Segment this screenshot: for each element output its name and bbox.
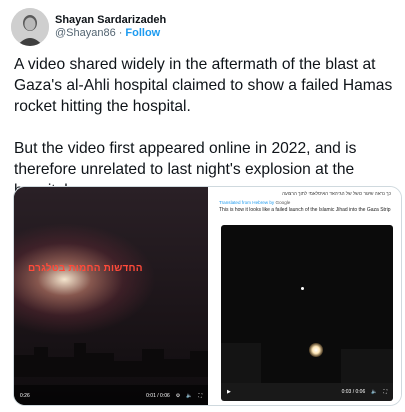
video-right-controls: ▶ 0:03 / 0:06 🔈 ⛶: [221, 383, 393, 401]
explosion-glow: [309, 343, 323, 357]
embedded-video[interactable]: ▶ 0:03 / 0:06 🔈 ⛶: [221, 225, 393, 401]
tweet-card: Shayan Sardarizadeh @Shayan86 · Follow A v…: [0, 0, 405, 412]
building-shape: [221, 343, 261, 383]
video-right-screenshot[interactable]: כך נראה שיגור כושל של הג'יהאד האיסלאמי ל…: [211, 187, 401, 405]
tweet-text: A video shared widely in the aftermath o…: [14, 54, 394, 201]
author-handle[interactable]: @Shayan86: [55, 27, 116, 39]
fullscreen-icon[interactable]: ⛶: [198, 393, 202, 399]
building-shape: [341, 349, 393, 383]
author-name-row[interactable]: Shayan Sardarizadeh: [55, 10, 166, 28]
volume-icon[interactable]: 🔈: [371, 389, 377, 395]
tweet-paragraph-1: A video shared widely in the aftermath o…: [14, 56, 393, 115]
light-point: [301, 287, 304, 290]
video-left-time: 0:01 / 0:06: [146, 393, 170, 399]
volume-icon[interactable]: 🔈: [186, 393, 192, 399]
translated-from-label: Translated from Hebrew by: [219, 200, 275, 205]
fullscreen-icon[interactable]: ⛶: [383, 389, 387, 395]
separator-dot: ·: [118, 27, 123, 39]
building-silhouette: [14, 343, 208, 377]
settings-icon[interactable]: ⚙: [176, 393, 180, 399]
translated-text: This is how it looks like a failed launc…: [219, 207, 391, 213]
video-left-controls: 0:26 0:01 / 0:06 ⚙ 🔈 ⛶: [14, 385, 208, 405]
original-hebrew-text: כך נראה שיגור כושל של הג'יהאד האיסלאמי ל…: [282, 191, 391, 196]
video-left[interactable]: החדשות החמות בטלגרם 0:26 0:01 / 0:06 ⚙ 🔈…: [14, 187, 208, 405]
translator-name: Google: [275, 200, 291, 205]
media-grid: החדשות החמות בטלגרם 0:26 0:01 / 0:06 ⚙ 🔈…: [13, 186, 402, 406]
follow-button[interactable]: Follow: [125, 27, 160, 39]
author-handle-row: @Shayan86 · Follow: [55, 27, 160, 39]
avatar[interactable]: [11, 8, 49, 46]
video-right-time: 0:03 / 0:06: [341, 389, 366, 395]
play-icon[interactable]: ▶: [227, 389, 231, 395]
author-name[interactable]: Shayan Sardarizadeh: [55, 14, 166, 26]
video-watermark-text: החדשות החמות בטלגרם: [28, 263, 143, 274]
video-left-elapsed: 0:26: [20, 393, 30, 399]
translation-note: Translated from Hebrew by Google: [219, 200, 290, 205]
